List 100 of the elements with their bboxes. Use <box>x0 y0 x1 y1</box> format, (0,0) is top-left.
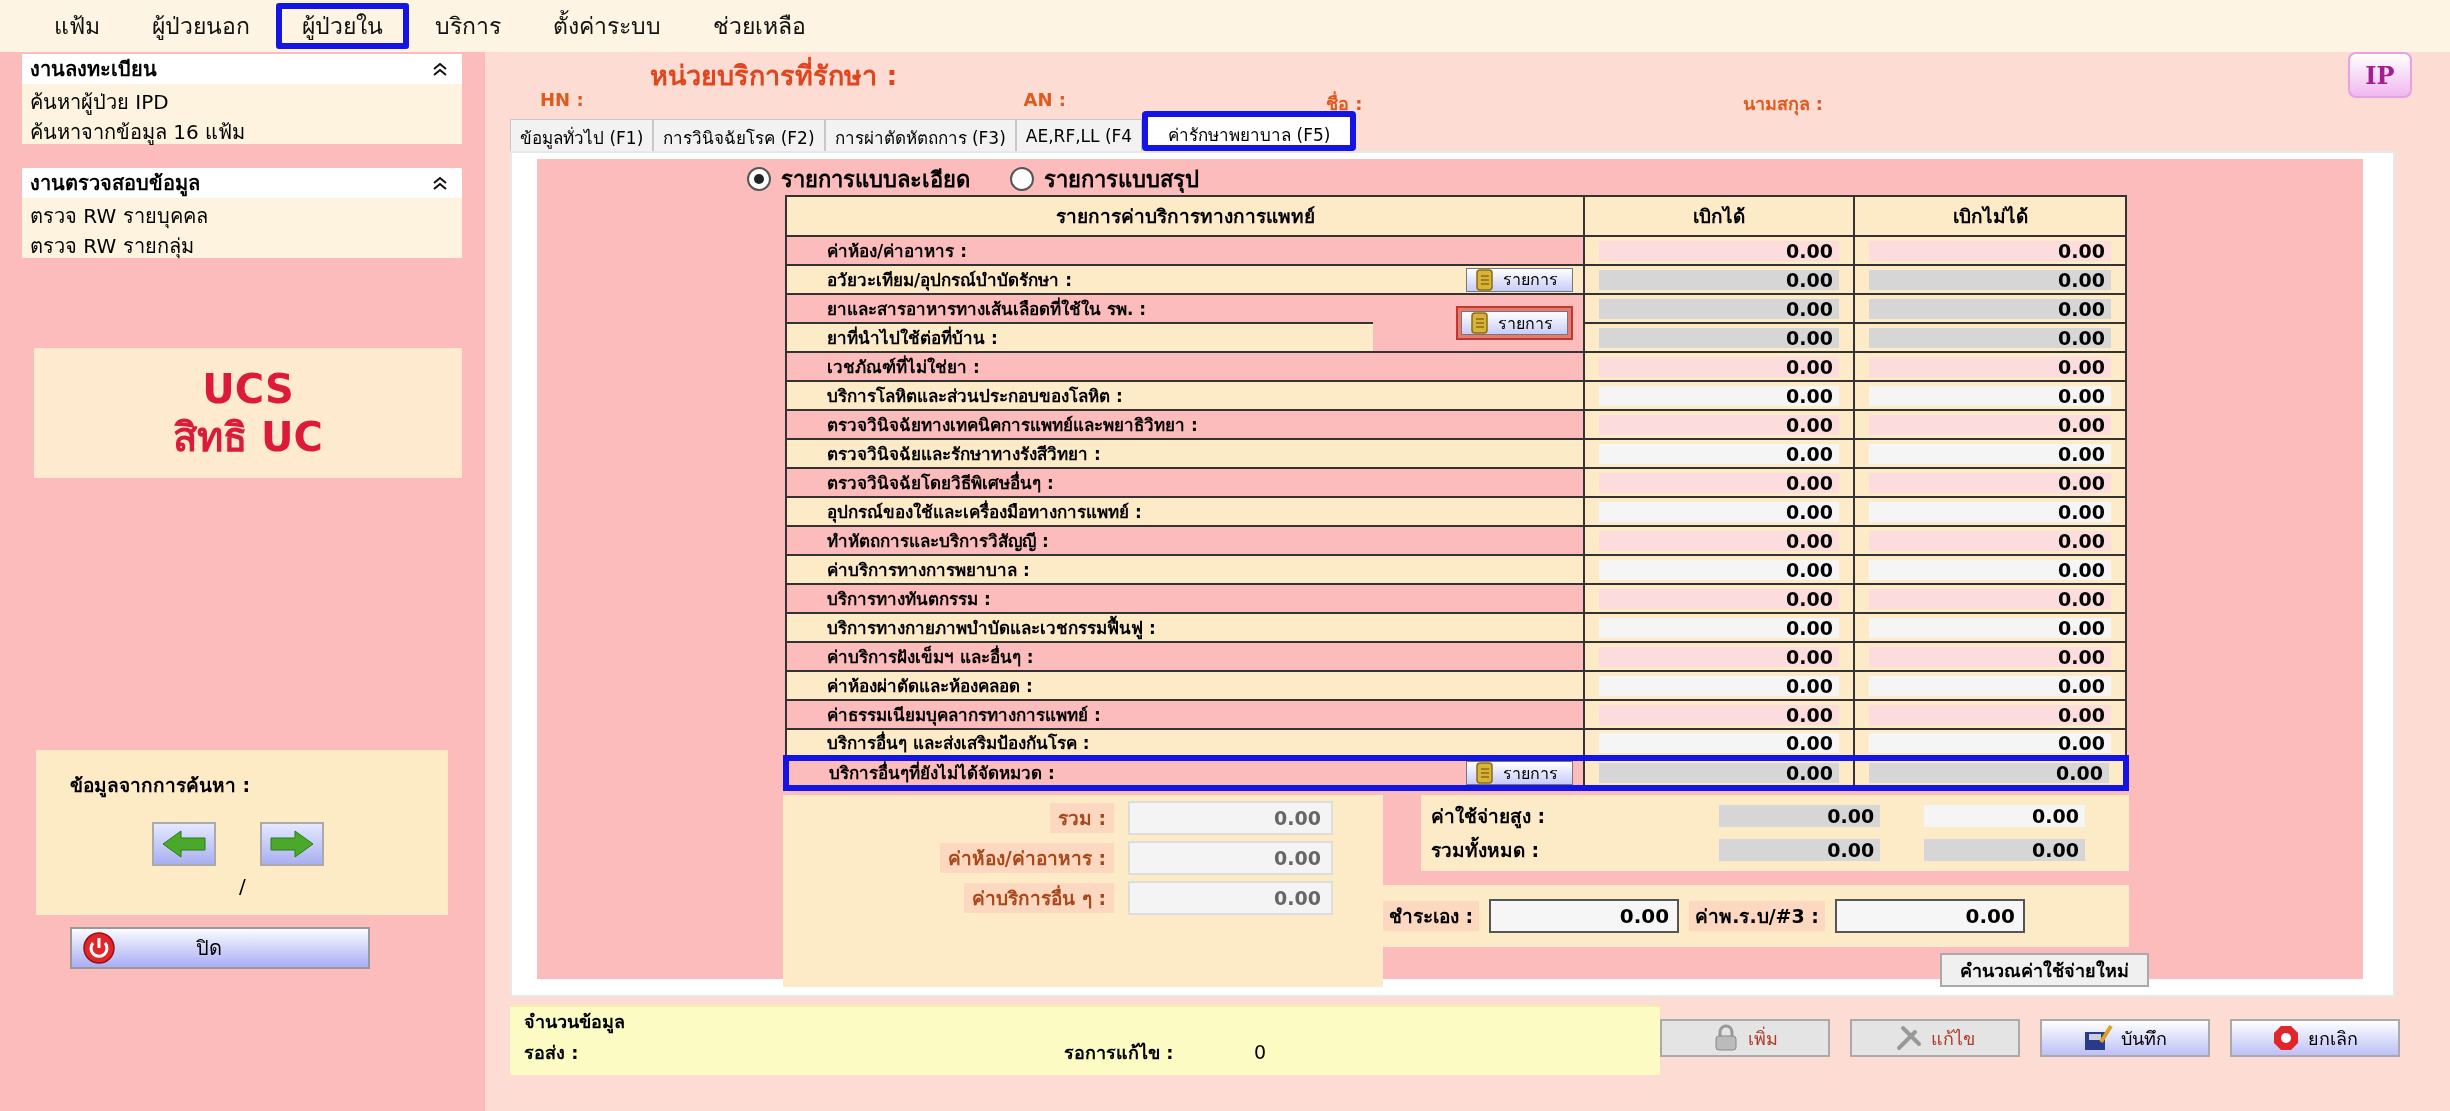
tab[interactable]: การผ่าตัดหัตถการ (F3) <box>824 119 1016 151</box>
amount-cell: 0.00 <box>1599 414 1839 435</box>
page-title: หน่วยบริการที่รักษา : <box>650 52 898 88</box>
radio-label[interactable]: รายการแบบสรุป <box>1044 161 1199 197</box>
amount-cell: 0.00 <box>1869 327 2111 348</box>
amount-cell: 0.00 <box>1869 385 2111 406</box>
amount-cell: 0.00 <box>1869 763 2109 783</box>
row-label: ยาและสารอาหารทางเส้นเลือดที่ใช้ใน รพ. : <box>786 294 1373 323</box>
tab[interactable]: AE,RF,LL (F4 <box>1015 119 1143 151</box>
amount-cell: 0.00 <box>1869 675 2111 696</box>
left-arrow-icon <box>161 829 207 859</box>
row-label: ยาที่นำไปใช้ต่อที่บ้าน : <box>786 323 1373 352</box>
radio-label[interactable]: รายการแบบละเอียด <box>781 161 970 197</box>
chevron-up-icon[interactable] <box>432 175 448 191</box>
tools-icon <box>1895 1024 1923 1052</box>
amount-cell: 0.00 <box>1599 675 1839 696</box>
tab[interactable]: ค่ารักษาพยาบาล (F5) <box>1142 111 1357 151</box>
list-button[interactable]: รายการ <box>1461 311 1568 335</box>
previous-button[interactable] <box>152 822 216 866</box>
field-label: ค่าใช้จ่ายสูง : <box>1430 804 1547 831</box>
row-label: ค่าห้องผ่าตัดและห้องคลอด : <box>786 671 1373 700</box>
menu-item[interactable]: บริการ <box>409 3 527 49</box>
amount-cell: 0.00 <box>1599 530 1839 551</box>
field-label: ค่าพ.ร.บ/#3 : <box>1689 901 1825 931</box>
action-button[interactable]: ยกเลิก <box>2230 1019 2400 1057</box>
close-button[interactable]: ปิด <box>70 927 370 969</box>
row-label: บริการโลหิตและส่วนประกอบของโลหิต : <box>786 381 1373 410</box>
action-button[interactable]: บันทึก <box>2040 1019 2210 1057</box>
amount-cell: 0.00 <box>1869 240 2111 261</box>
amount-cell: 0.00 <box>1924 839 2085 861</box>
row-label: อวัยวะเทียม/อุปกรณ์บำบัดรักษา : <box>786 265 1373 294</box>
row-label: เวชภัณฑ์ที่ไม่ใช่ยา : <box>786 352 1373 381</box>
amount-field[interactable]: 0.00 <box>1489 899 1680 933</box>
menu-item[interactable]: ผู้ป่วยใน <box>276 3 409 49</box>
panel-title: ข้อมูลจากการค้นหา : <box>70 773 252 800</box>
row-label: ตรวจวินิจฉัยและรักษาทางรังสีวิทยา : <box>786 439 1373 468</box>
amount-cell: 0.00 <box>1869 732 2111 753</box>
ip-badge: IP <box>2348 52 2412 98</box>
field-label: รวม : <box>1049 803 1114 833</box>
amount-cell: 0.00 <box>1869 646 2111 667</box>
amount-field: 0.00 <box>1128 801 1333 835</box>
amount-cell: 0.00 <box>1869 559 2111 580</box>
status-label: รอส่ง : <box>524 1040 580 1065</box>
amount-cell: 0.00 <box>1599 240 1839 261</box>
amount-cell: 0.00 <box>1599 327 1839 348</box>
tab[interactable]: ข้อมูลทั่วไป (F1) <box>510 119 654 151</box>
amount-cell: 0.00 <box>1869 269 2111 290</box>
amount-cell: 0.00 <box>1599 588 1839 609</box>
amount-cell: 0.00 <box>1869 501 2111 522</box>
rights-text: สิทธิ UC <box>173 413 323 461</box>
amount-cell: 0.00 <box>1869 356 2111 377</box>
amount-field: 0.00 <box>1128 841 1333 875</box>
amount-cell: 0.00 <box>1869 472 2111 493</box>
list-button[interactable]: รายการ <box>1466 761 1573 785</box>
section-title: งานลงทะเบียน <box>30 56 157 83</box>
sidebar-item[interactable]: ค้นหาจากข้อมูล 16 แฟ้ม <box>22 114 462 144</box>
amount-cell: 0.00 <box>1719 805 1881 827</box>
amount-cell: 0.00 <box>1599 298 1839 319</box>
amount-cell: 0.00 <box>1869 414 2111 435</box>
field-label: HN : <box>540 89 584 112</box>
column-header: เบิกไม่ได้ <box>1854 196 2126 236</box>
sidebar-item[interactable]: ตรวจ RW รายกลุ่ม <box>22 228 462 258</box>
field-label: AN : <box>1023 89 1067 112</box>
menu-item[interactable]: แฟ้ม <box>28 3 126 49</box>
scroll-icon <box>1468 311 1490 335</box>
tab[interactable]: การวินิจฉัยโรค (F2) <box>653 119 825 151</box>
amount-cell: 0.00 <box>1599 269 1839 290</box>
scroll-icon <box>1473 267 1495 292</box>
chevron-up-icon[interactable] <box>432 61 448 77</box>
amount-cell: 0.00 <box>1599 617 1839 638</box>
radio-button[interactable] <box>1010 167 1034 191</box>
row-label: บริการทางกายภาพบำบัดและเวชกรรมฟื้นฟู : <box>786 613 1373 642</box>
amount-cell: 0.00 <box>1599 704 1839 725</box>
row-label: ค่าบริการฝังเข็มฯ และอื่นๆ : <box>786 642 1373 671</box>
amount-cell: 0.00 <box>1599 385 1839 406</box>
field-label: ค่าบริการอื่น ๆ : <box>964 883 1114 913</box>
menu-item[interactable]: ช่วยเหลือ <box>687 3 832 49</box>
field-label: นามสกุล : <box>1742 92 1823 117</box>
lock-icon <box>1712 1024 1740 1052</box>
menu-item[interactable]: ตั้งค่าระบบ <box>527 3 687 49</box>
amount-cell: 0.00 <box>1599 501 1839 522</box>
list-button[interactable]: รายการ <box>1466 267 1573 292</box>
radio-button[interactable] <box>747 167 771 191</box>
record-position: / <box>239 874 247 898</box>
next-button[interactable] <box>260 822 324 866</box>
row-label: ตรวจวินิจฉัยโดยวิธีพิเศษอื่นๆ : <box>786 468 1373 497</box>
power-icon <box>82 931 116 965</box>
sidebar-item[interactable]: ตรวจ RW รายบุคคล <box>22 198 462 228</box>
menu-item[interactable]: ผู้ป่วยนอก <box>126 3 276 49</box>
status-title: จำนวนข้อมูล <box>524 1009 626 1036</box>
amount-cell: 0.00 <box>1599 559 1839 580</box>
recalculate-button[interactable]: คำนวณค่าใช้จ่ายใหม่ <box>1940 953 2149 987</box>
amount-cell: 0.00 <box>1869 443 2111 464</box>
amount-cell: 0.00 <box>1869 588 2111 609</box>
row-label: ค่าธรรมเนียมบุคลากรทางการแพทย์ : <box>786 700 1373 729</box>
row-label: ตรวจวินิจฉัยทางเทคนิคการแพทย์และพยาธิวิทยา : <box>786 410 1373 439</box>
row-label: บริการอื่นๆที่ยังไม่ได้จัดหมวด : <box>786 758 1373 788</box>
sidebar-item[interactable]: ค้นหาผู้ป่วย IPD <box>22 84 462 114</box>
amount-field[interactable]: 0.00 <box>1834 899 2025 933</box>
amount-cell: 0.00 <box>1599 472 1839 493</box>
